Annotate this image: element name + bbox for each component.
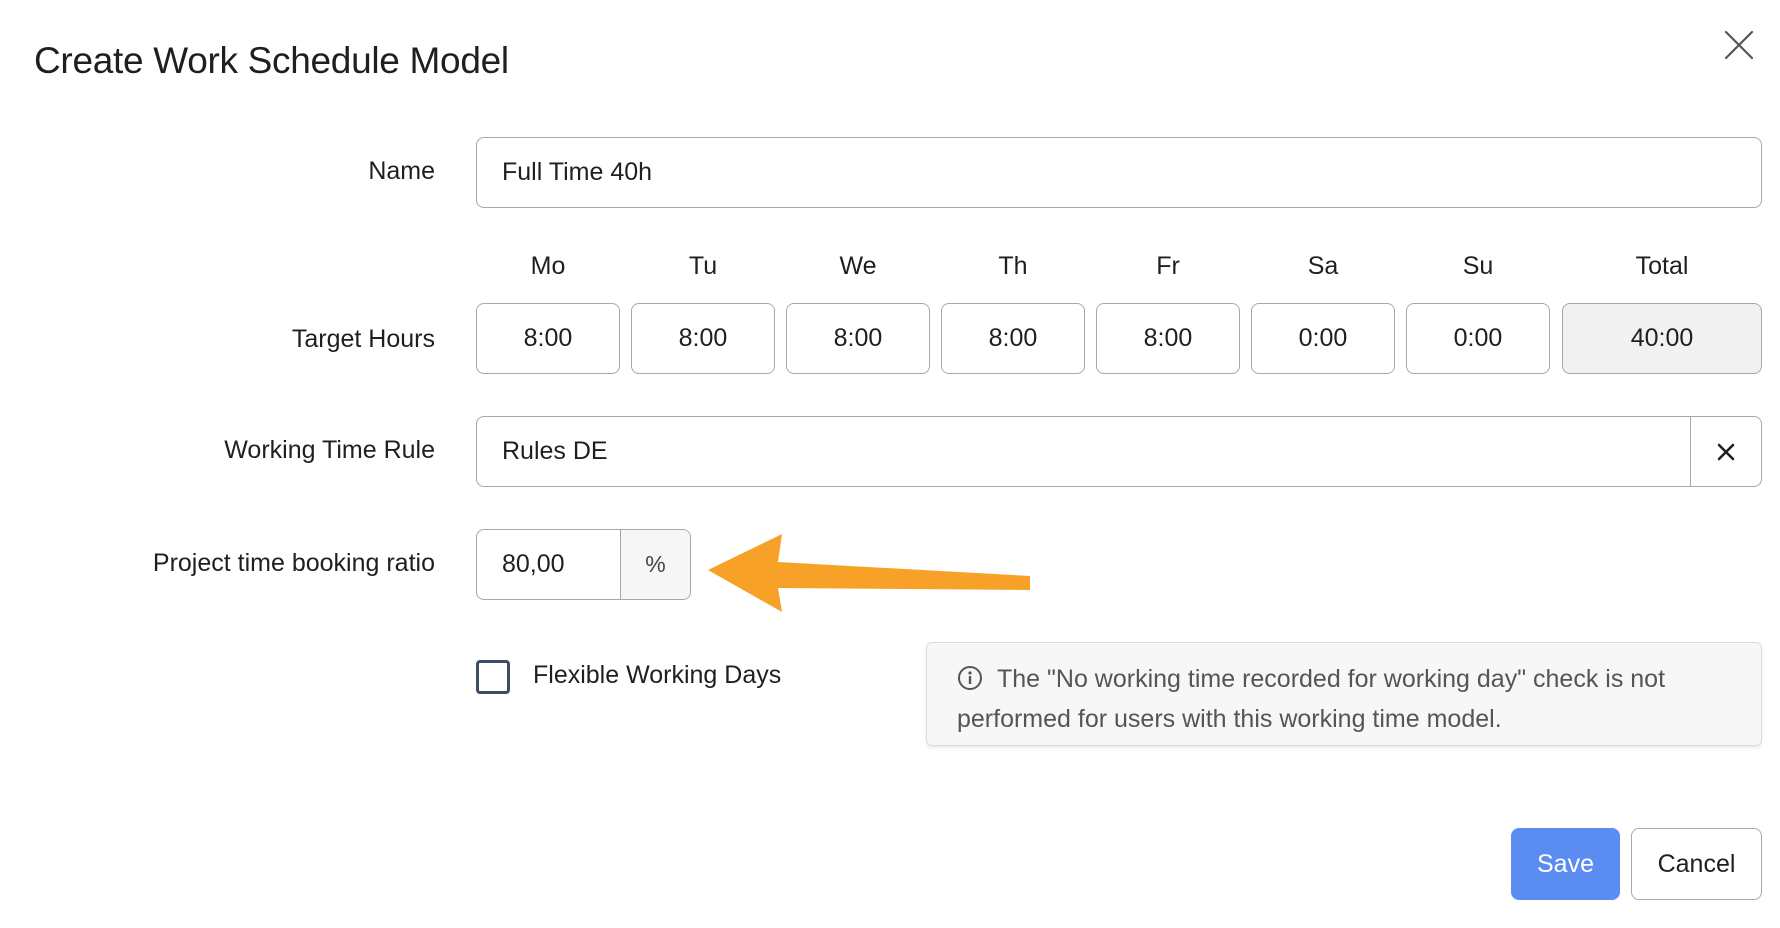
annotation-arrow-icon	[708, 534, 1030, 612]
dialog-title: Create Work Schedule Model	[34, 40, 509, 81]
close-icon[interactable]	[1722, 28, 1756, 62]
hours-input-th[interactable]: 8:00	[941, 303, 1085, 374]
clear-rule-button[interactable]	[1690, 417, 1761, 486]
working-time-rule-label: Working Time Rule	[224, 436, 435, 464]
hours-input-sa[interactable]: 0:00	[1251, 303, 1395, 374]
ratio-unit: %	[620, 530, 690, 599]
day-header-th: Th	[998, 252, 1028, 280]
working-time-rule-select[interactable]: Rules DE	[476, 416, 1762, 487]
ratio-input[interactable]: 80,00	[477, 530, 620, 599]
target-hours-label: Target Hours	[291, 325, 435, 353]
day-header-tu: Tu	[688, 252, 718, 280]
name-input[interactable]: Full Time 40h	[476, 137, 1762, 208]
hours-total: 40:00	[1562, 303, 1762, 374]
day-header-total: Total	[1635, 252, 1689, 280]
info-icon	[958, 666, 982, 690]
hours-input-tu[interactable]: 8:00	[631, 303, 775, 374]
working-time-rule-value: Rules DE	[502, 437, 608, 465]
day-header-fr: Fr	[1156, 252, 1180, 280]
ratio-input-group: 80,00 %	[476, 529, 691, 600]
hours-input-mo[interactable]: 8:00	[476, 303, 620, 374]
flexible-working-days-label: Flexible Working Days	[533, 661, 782, 689]
flexible-working-days-checkbox[interactable]	[476, 660, 510, 694]
hours-input-fr[interactable]: 8:00	[1096, 303, 1240, 374]
hours-input-su[interactable]: 0:00	[1406, 303, 1550, 374]
day-header-we: We	[839, 252, 877, 280]
day-header-sa: Sa	[1307, 252, 1339, 280]
ratio-label: Project time booking ratio	[152, 549, 435, 577]
day-header-mo: Mo	[530, 252, 566, 280]
create-work-schedule-dialog: Create Work Schedule Model Name Full Tim…	[0, 0, 1780, 928]
cancel-button[interactable]: Cancel	[1631, 828, 1762, 900]
save-button[interactable]: Save	[1511, 828, 1620, 900]
info-notice: The "No working time recorded for workin…	[926, 642, 1762, 746]
hours-input-we[interactable]: 8:00	[786, 303, 930, 374]
info-text: The "No working time recorded for workin…	[957, 665, 1666, 733]
clear-icon	[1717, 443, 1735, 460]
day-header-su: Su	[1462, 252, 1494, 280]
name-label: Name	[368, 157, 435, 185]
